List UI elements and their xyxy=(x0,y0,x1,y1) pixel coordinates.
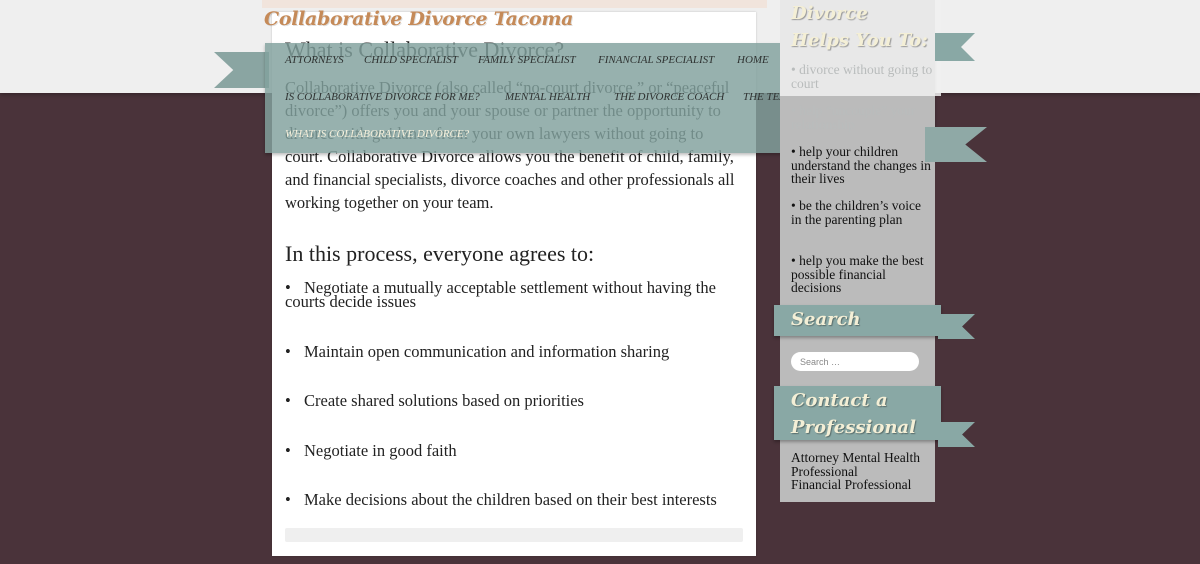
ribbon-tail xyxy=(938,422,975,447)
site-title[interactable]: Collaborative Divorce Tacoma xyxy=(264,8,573,30)
search-widget-title: Search xyxy=(791,309,861,330)
nav-item-child-specialist[interactable]: CHILD SPECIALIST xyxy=(364,54,458,66)
agreement-item: • Make decisions about the children based… xyxy=(285,490,717,509)
search-input[interactable] xyxy=(791,352,919,371)
nav-item-home[interactable]: HOME xyxy=(737,54,769,66)
helps-item: • help “uncouple” your relationship xyxy=(791,103,916,132)
header-strip xyxy=(262,0,767,8)
agreement-item: • Negotiate in good faith xyxy=(285,441,457,460)
nav-item-what-is-collaborative-divorce[interactable]: WHAT IS COLLABORATIVE DIVORCE? xyxy=(285,128,469,140)
nav-item-attorneys[interactable]: ATTORNEYS xyxy=(285,54,344,66)
helps-item: • be the children’s voice in the parenti… xyxy=(791,198,921,227)
content-footer-bar xyxy=(285,528,743,542)
nav-item-financial-specialist[interactable]: FINANCIAL SPECIALIST xyxy=(598,54,714,66)
nav-item-is-collaborative-divorce-for-me[interactable]: IS COLLABORATIVE DIVORCE FOR ME? xyxy=(285,91,480,103)
nav-item-mental-health[interactable]: MENTAL HEALTH xyxy=(505,91,590,103)
agreement-item: • Create shared solutions based on priori… xyxy=(285,391,584,410)
contact-links: Attorney Mental Health Professional Fina… xyxy=(791,451,933,492)
nav-item-family-specialist[interactable]: FAMILY SPECIALIST xyxy=(478,54,576,66)
agreement-item: • Negotiate a mutually acceptable settlem… xyxy=(285,278,716,311)
helps-item: • help you make the best possible financ… xyxy=(791,253,924,295)
helps-widget-title: Divorce Helps You To: xyxy=(791,3,928,51)
agreement-item: • Maintain open communication and informa… xyxy=(285,342,670,361)
nav-item-the-divorce-coach[interactable]: THE DIVORCE COACH xyxy=(614,91,724,103)
ribbon-tail xyxy=(938,314,975,339)
helps-item: • divorce without going to court xyxy=(791,62,933,91)
ribbon-tail xyxy=(925,127,987,162)
process-heading: In this process, everyone agrees to: xyxy=(285,241,595,266)
contact-widget-title: Contact a Professional xyxy=(791,390,916,438)
helps-item: • help your children understand the chan… xyxy=(791,144,931,186)
contact-link-financial-professional[interactable]: Financial Professional xyxy=(791,478,933,492)
